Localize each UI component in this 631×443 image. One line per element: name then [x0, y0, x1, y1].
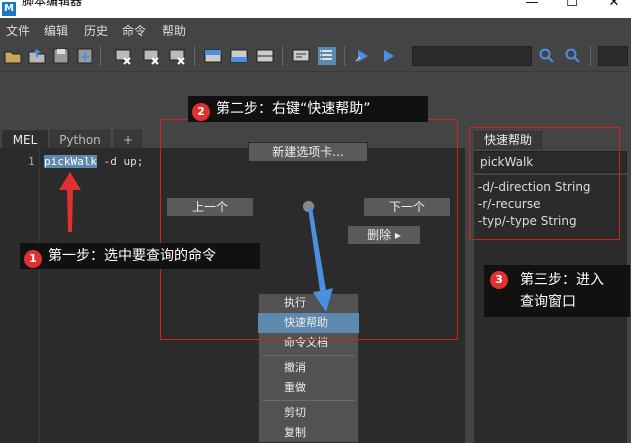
tab-add[interactable]: +	[114, 130, 142, 148]
menu-edit[interactable]: 编辑	[44, 22, 68, 39]
annotation-step3: 第三步：进入 查询窗口	[484, 265, 630, 317]
clear-all-icon[interactable]	[168, 47, 186, 65]
annotation-arrow-up-red	[59, 172, 81, 232]
toolbar	[0, 40, 631, 72]
toolbar-separator	[590, 46, 591, 66]
line-number-gutter	[0, 148, 40, 443]
search-next-icon[interactable]	[564, 47, 582, 65]
menu-item-redo[interactable]: 重做	[258, 378, 359, 398]
window-title: 脚本编辑器	[22, 0, 83, 8]
menu-separator	[262, 400, 355, 401]
execute-all-icon[interactable]	[354, 47, 372, 65]
show-history-icon[interactable]	[204, 47, 222, 65]
annotation-box-quick-help	[469, 127, 620, 240]
menu-item-undo[interactable]: 撤消	[258, 358, 359, 378]
open-script-icon[interactable]	[4, 47, 22, 65]
annotation-step3-line1: 第三步：进入	[520, 272, 604, 288]
toolbar-separator	[282, 46, 283, 66]
save-script-to-shelf-icon[interactable]	[76, 47, 94, 65]
search-icon[interactable]	[538, 47, 556, 65]
menu-item-cut[interactable]: 剪切	[258, 403, 359, 423]
title-bar: M 脚本编辑器 — ☐ ✕	[0, 0, 631, 18]
show-both-icon[interactable]	[256, 47, 274, 65]
code-rest: -d up;	[96, 155, 144, 168]
load-script-icon[interactable]	[28, 47, 46, 65]
annotation-step1-badge: 1	[24, 250, 42, 268]
toolbar-separator	[194, 46, 195, 66]
app-icon: M	[2, 2, 16, 16]
annotation-step2: 第二步：右键“快速帮助”	[188, 96, 428, 122]
line-number: 1	[28, 155, 35, 168]
menu-command[interactable]: 命令	[122, 22, 146, 39]
toolbar-separator	[344, 46, 345, 66]
minimize-button[interactable]: —	[522, 0, 542, 10]
menu-history[interactable]: 历史	[84, 22, 108, 39]
menu-help[interactable]: 帮助	[162, 22, 186, 39]
close-button[interactable]: ✕	[604, 0, 624, 10]
tab-mel[interactable]: MEL	[2, 130, 48, 148]
menu-file[interactable]: 文件	[6, 22, 30, 39]
search-input[interactable]	[412, 46, 532, 66]
toolbar-field-extra[interactable]	[598, 46, 628, 66]
toolbar-separator	[100, 46, 101, 66]
selected-command[interactable]: pickWalk	[44, 155, 97, 168]
clear-input-icon[interactable]	[142, 47, 160, 65]
menu-item-copy[interactable]: 复制	[258, 423, 359, 443]
echo-all-commands-icon[interactable]	[292, 47, 310, 65]
menu-separator	[262, 355, 355, 356]
clear-history-icon[interactable]	[114, 47, 132, 65]
annotation-step3-badge: 3	[490, 271, 508, 289]
maximize-button[interactable]: ☐	[562, 0, 582, 10]
annotation-arrow-down-blue	[308, 207, 333, 312]
code-line[interactable]: pickWalk -d up;	[44, 155, 143, 168]
tab-python[interactable]: Python	[50, 130, 110, 148]
menu-bar: 文件 编辑 历史 命令 帮助	[0, 18, 631, 40]
show-input-icon[interactable]	[230, 47, 248, 65]
annotation-step1: 第一步：选中要查询的命令	[20, 243, 260, 269]
save-script-icon[interactable]	[52, 47, 70, 65]
annotation-step2-badge: 2	[192, 103, 210, 121]
execute-icon[interactable]	[380, 47, 398, 65]
show-line-numbers-icon[interactable]	[318, 47, 336, 65]
annotation-step3-line2: 查询窗口	[520, 294, 576, 310]
